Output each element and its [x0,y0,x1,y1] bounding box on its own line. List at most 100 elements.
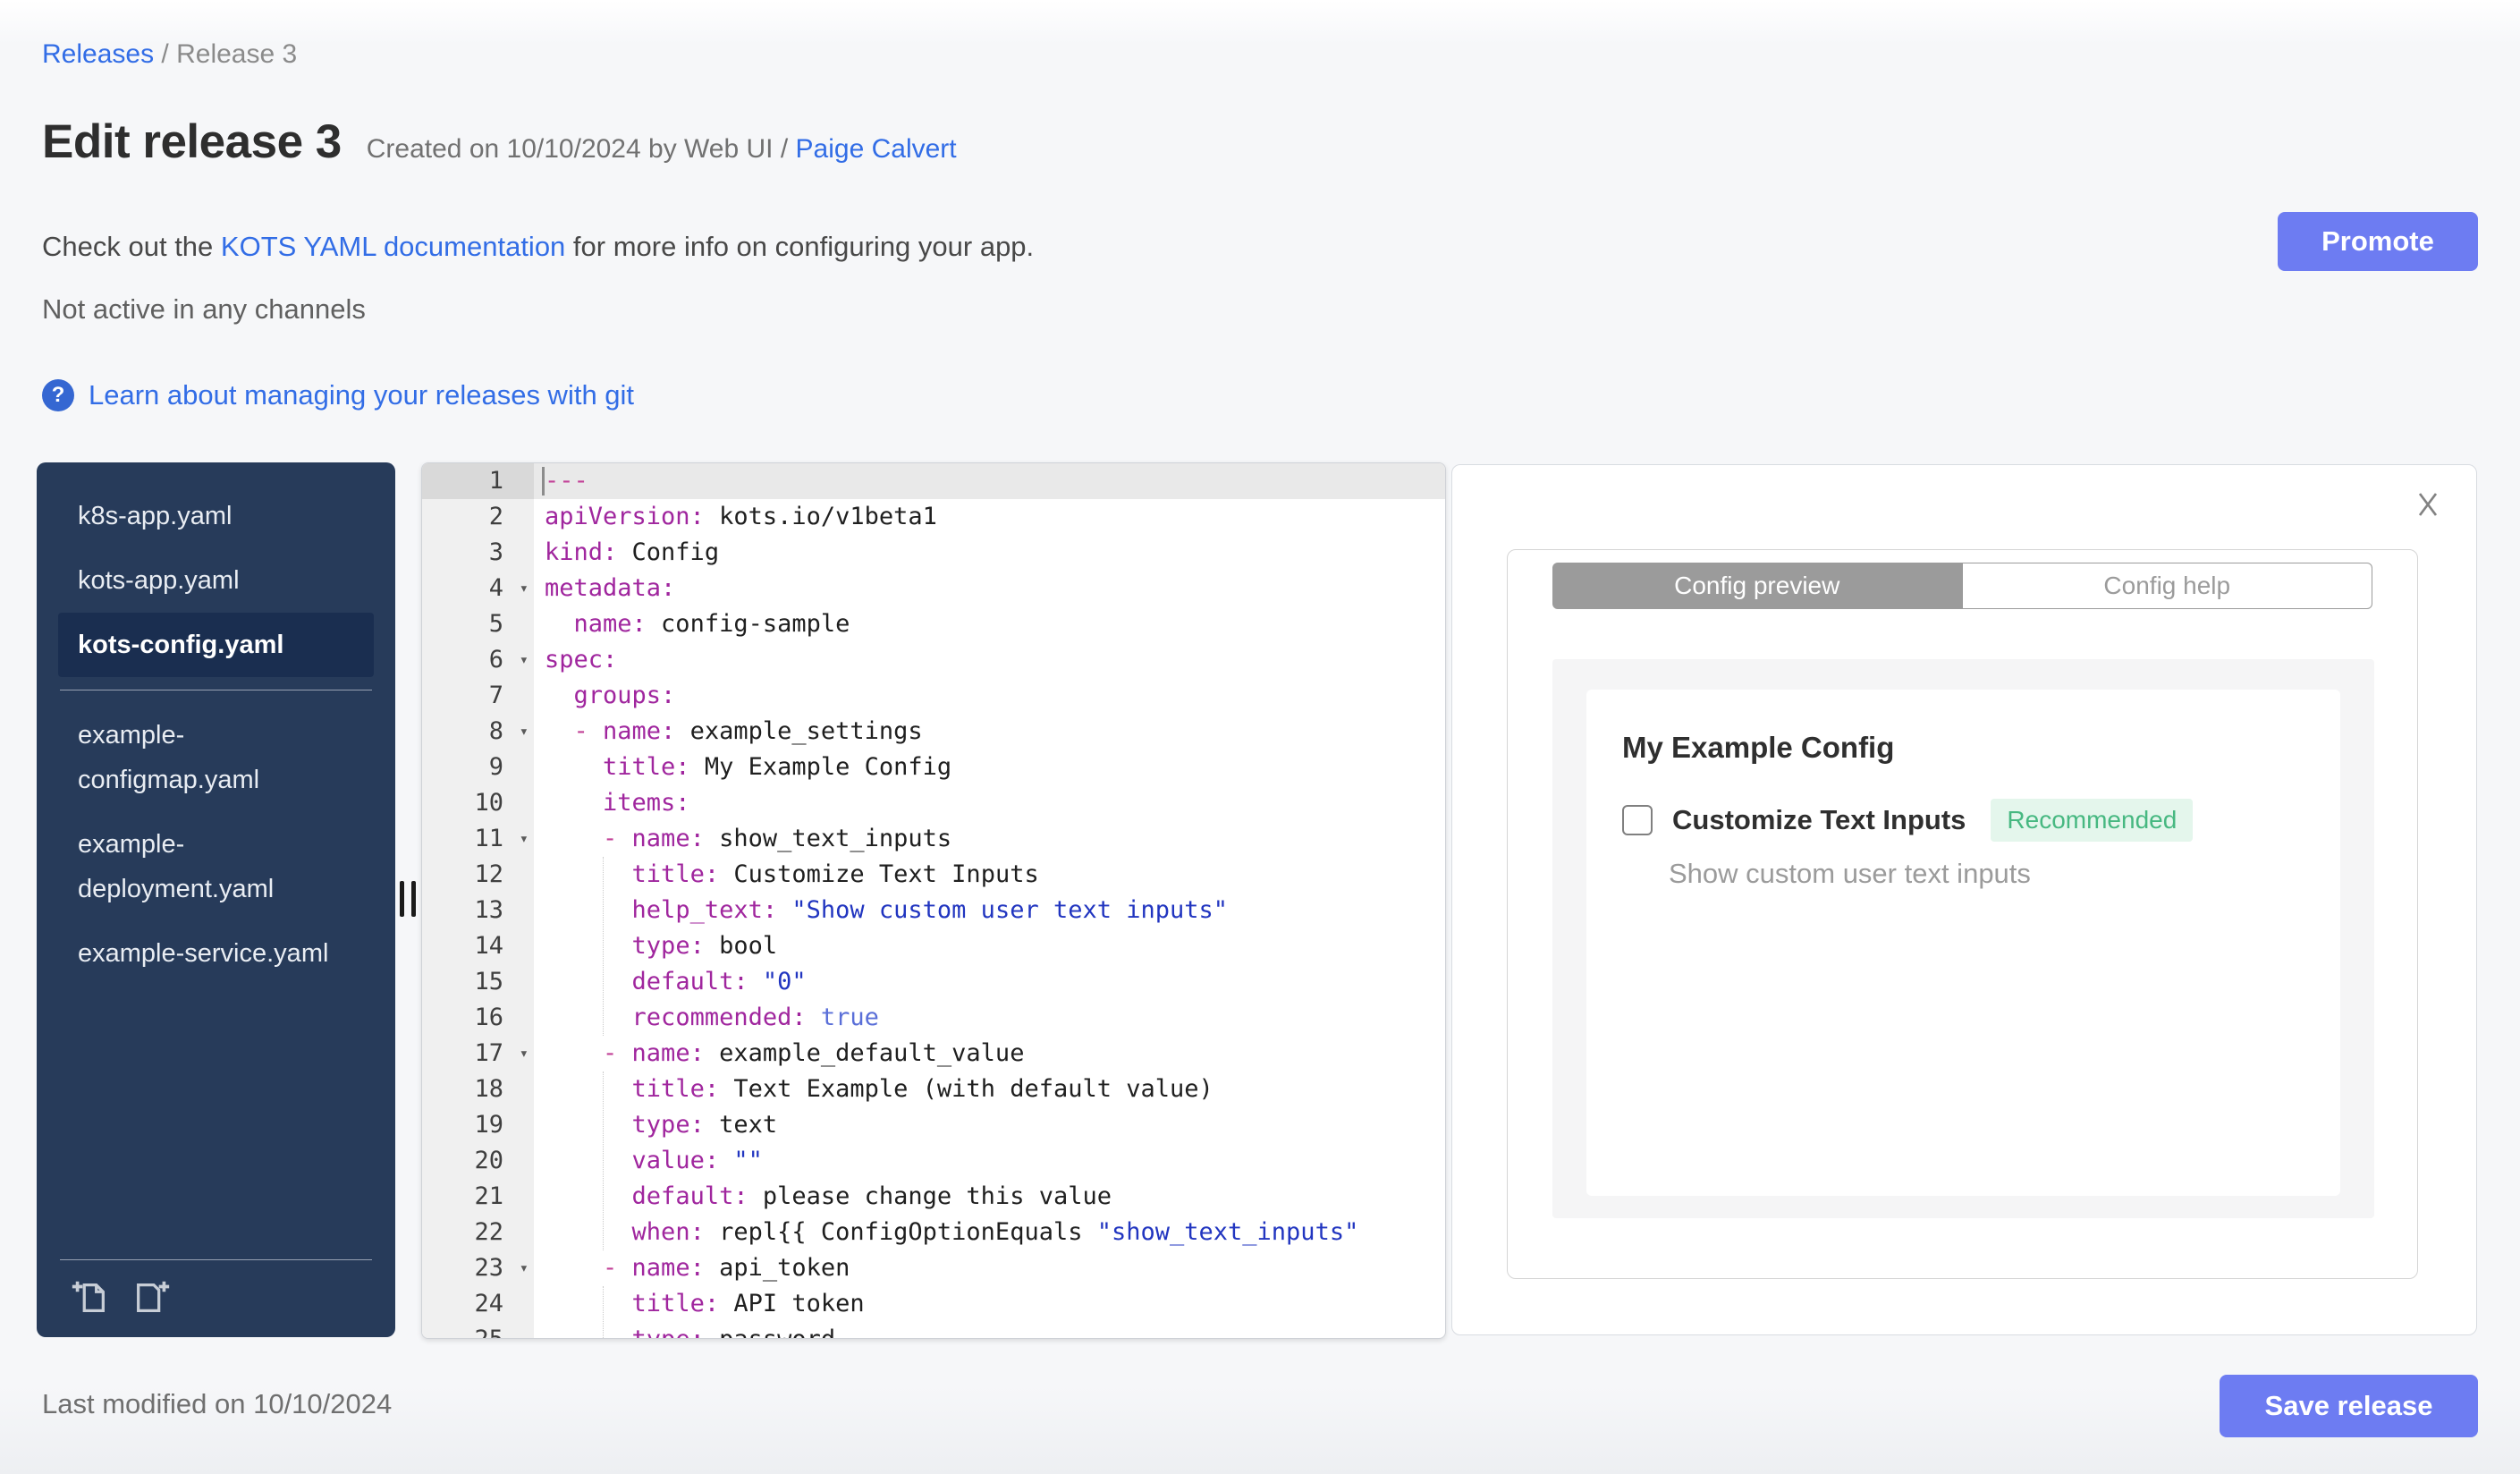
file-item-example-configmap.yaml[interactable]: example-configmap.yaml [58,703,374,812]
gutter-line-22: 22 [474,1218,503,1246]
add-file-icon[interactable] [131,1276,173,1317]
code-line-9: title: My Example Config [603,753,952,781]
editor-code[interactable]: --- apiVersion: kots.io/v1beta1 kind: Conf… [534,463,1445,1338]
config-preview-panel: Config preview Config help My Example Co… [1451,464,2477,1335]
tab-config-help[interactable]: Config help [1961,563,2372,609]
code-line-25: type: password [534,1322,1445,1338]
code-line-20: value: "" [631,1147,763,1174]
sidebar-resize-handle[interactable] [400,881,416,917]
code-line-5: name: config-sample [573,610,850,638]
file-group-1: k8s-app.yaml kots-app.yaml kots-config.yam… [37,462,395,677]
config-item-label: Customize Text Inputs [1672,804,1966,835]
breadcrumb-current: Release 3 [176,39,298,69]
code-line-15: default: "0" [631,968,807,995]
gutter-line-21: 21 [474,1182,503,1210]
git-row: ? Learn about managing your releases wit… [42,379,634,411]
author-link[interactable]: Paige Calvert [796,134,957,164]
code-line-10: items: [603,789,690,817]
code-line-13: help_text: "Show custom user text inputs… [631,896,1229,924]
code-line-6: spec: [545,646,618,673]
code-line-12: title: Customize Text Inputs [631,860,1039,888]
new-file-icon[interactable] [69,1276,110,1317]
kots-docs-link[interactable]: KOTS YAML documentation [221,231,565,262]
title-row: Edit release 3 Created on 10/10/2024 by … [42,114,957,169]
file-item-example-service.yaml[interactable]: example-service.yaml [58,921,374,986]
code-line-23: - name: api_token [603,1254,850,1282]
code-line-3: kind: Config [545,538,720,566]
gutter-line-5: 5 [488,610,503,638]
breadcrumb: Releases / Release 3 [42,39,297,70]
help-icon: ? [42,379,74,411]
breadcrumb-releases-link[interactable]: Releases [42,39,154,69]
gutter-line-7: 7 [488,682,503,709]
gutter-line-8[interactable]: 8 ▾ [422,714,534,750]
config-group-title: My Example Config [1622,731,1895,764]
code-line-2: apiVersion: kots.io/v1beta1 [545,503,937,530]
yaml-editor[interactable]: 1 2 3 4 ▾ 5 6 ▾ 7 8 ▾ 9 10 11 ▾ 12 13 14 15 16 17 ▾ 18 19 20 21 22… [421,462,1446,1339]
code-line-4: metadata: [545,574,676,602]
gutter-line-12: 12 [474,860,503,888]
gutter-line-11[interactable]: 11 ▾ [422,821,534,857]
last-modified: Last modified on 10/10/2024 [42,1388,393,1419]
file-group-2: example-configmap.yaml example-deployment… [37,703,395,986]
preview-tabs: Config preview Config help [1552,563,2372,609]
fold-arrow-icon[interactable]: ▾ [520,821,529,857]
gutter-line-2: 2 [488,503,503,530]
indent-guide [603,1286,604,1338]
code-line-8: - name: example_settings [573,717,923,745]
promote-button[interactable]: Promote [2278,212,2478,271]
file-item-kots-app.yaml[interactable]: kots-app.yaml [58,548,374,613]
sidebar-footer [60,1259,372,1337]
save-release-button[interactable]: Save release [2220,1375,2478,1437]
config-group-card: My Example Config Customize Text Inputs … [1586,690,2340,1196]
tab-config-preview[interactable]: Config preview [1552,563,1962,609]
docs-line: Check out the KOTS YAML documentation fo… [42,231,1035,262]
gutter-line-14: 14 [474,932,503,960]
editor-gutter: 1 2 3 4 ▾ 5 6 ▾ 7 8 ▾ 9 10 11 ▾ 12 13 14 15 16 17 ▾ 18 19 20 21 22… [422,463,534,1338]
code-line-22: when: repl{{ ConfigOptionEquals "show_te… [631,1218,1359,1246]
gutter-line-6[interactable]: 6 ▾ [422,642,534,678]
code-line-21: default: please change this value [631,1182,1112,1210]
text-cursor [542,467,545,496]
breadcrumb-separator: / [161,39,169,69]
file-sidebar: k8s-app.yaml kots-app.yaml kots-config.yam… [37,462,395,1337]
page-title: Edit release 3 [42,115,342,168]
file-item-example-deployment.yaml[interactable]: example-deployment.yaml [58,812,374,921]
code-line-24: title: API token [631,1290,865,1317]
fold-arrow-icon[interactable]: ▾ [520,642,529,678]
code-line-19: type: text [631,1111,778,1139]
gutter-line-13: 13 [474,896,503,924]
gutter-line-17[interactable]: 17 ▾ [422,1036,534,1072]
config-item-row: Customize Text Inputs Recommended [1622,799,2304,842]
config-item-help-text: Show custom user text inputs [1669,858,2031,889]
file-item-k8s-app.yaml[interactable]: k8s-app.yaml [58,484,374,548]
gutter-line-23[interactable]: 23 ▾ [422,1250,534,1286]
preview-card: Config preview Config help My Example Co… [1507,549,2418,1279]
gutter-line-1: 1 [422,463,534,499]
fold-arrow-icon[interactable]: ▾ [520,1250,529,1286]
file-item-kots-config.yaml[interactable]: kots-config.yaml [58,613,374,677]
fold-arrow-icon[interactable]: ▾ [520,714,529,750]
code-line-16: recommended: true [631,1004,879,1031]
gutter-line-9: 9 [488,753,503,781]
customize-text-inputs-checkbox[interactable] [1622,805,1653,835]
code-line-1: --- [534,463,1445,499]
code-line-14: type: bool [631,932,778,960]
code-line-18: title: Text Example (with default value) [631,1075,1213,1103]
indent-guide [603,857,604,1036]
gutter-line-4[interactable]: 4 ▾ [422,571,534,606]
fold-arrow-icon[interactable]: ▾ [520,1036,529,1072]
close-icon[interactable] [2412,488,2444,521]
gutter-line-25: 25 [422,1322,534,1338]
recommended-badge: Recommended [1991,799,2194,842]
edit-release-page: Releases / Release 3 Edit release 3 Crea… [0,0,2520,1474]
gutter-line-24: 24 [474,1290,503,1317]
created-info: Created on 10/10/2024 by Web UI / Paige … [366,134,957,164]
editor-body: 1 2 3 4 ▾ 5 6 ▾ 7 8 ▾ 9 10 11 ▾ 12 13 14 15 16 17 ▾ 18 19 20 21 22… [422,463,1445,1338]
preview-stage: My Example Config Customize Text Inputs … [1552,659,2374,1218]
code-line-17: - name: example_default_value [603,1039,1025,1067]
channel-status: Not active in any channels [42,293,366,325]
fold-arrow-icon[interactable]: ▾ [520,571,529,606]
git-releases-link[interactable]: Learn about managing your releases with … [89,379,634,411]
gutter-line-3: 3 [488,538,503,566]
